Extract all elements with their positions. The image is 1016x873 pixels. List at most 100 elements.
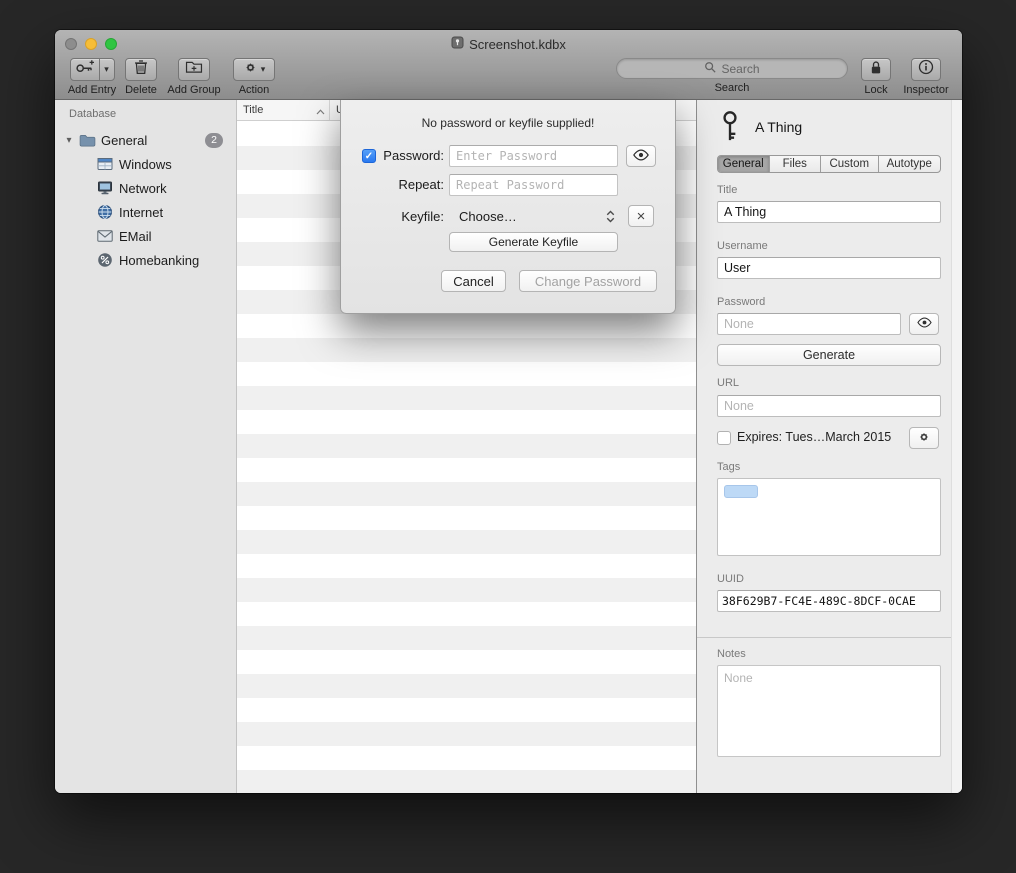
internet-icon [95, 204, 115, 220]
title-label: Title [717, 184, 737, 196]
inspector-divider [697, 637, 962, 638]
action-label: Action [226, 84, 282, 96]
minimize-button[interactable] [85, 38, 97, 50]
search-label: Search [616, 82, 848, 94]
traffic-lights [65, 38, 117, 50]
action-button[interactable]: ▾ [233, 58, 275, 81]
document-icon [451, 36, 464, 52]
tags-field[interactable] [717, 478, 941, 556]
add-group-button[interactable] [178, 58, 210, 81]
tab-autotype[interactable]: Autotype [879, 156, 940, 172]
sidebar-item-label: Windows [119, 157, 172, 172]
password-label: Password [717, 296, 765, 308]
lock-button[interactable] [861, 58, 891, 81]
title-field[interactable] [717, 201, 941, 223]
sheet-message: No password or keyfile supplied! [341, 116, 675, 130]
sidebar-item-homebanking[interactable]: Homebanking [55, 248, 236, 272]
tab-general[interactable]: General [718, 156, 770, 172]
cancel-button[interactable]: Cancel [441, 270, 506, 292]
email-icon [95, 230, 115, 242]
inspector-label: Inspector [899, 84, 953, 96]
sidebar-item-network[interactable]: Network [55, 176, 236, 200]
generate-keyfile-button[interactable]: Generate Keyfile [449, 232, 618, 252]
tab-custom[interactable]: Custom [821, 156, 878, 172]
gear-icon [917, 430, 931, 447]
tag-chip[interactable] [724, 485, 758, 498]
keyfile-popup-value: Choose… [449, 209, 517, 224]
window-title-text: Screenshot.kdbx [469, 37, 566, 52]
keyfile-popup[interactable]: Choose… [449, 205, 619, 227]
info-icon [918, 59, 934, 80]
inspector-button[interactable] [911, 58, 941, 81]
username-label: Username [717, 240, 768, 252]
window-title: Screenshot.kdbx [175, 36, 842, 52]
folder-plus-icon [185, 60, 203, 79]
sidebar-item-label: Homebanking [119, 253, 199, 268]
toolbar-item-search: Search Search [616, 58, 848, 94]
generate-password-button[interactable]: Generate [717, 344, 941, 366]
sidebar-item-internet[interactable]: Internet [55, 200, 236, 224]
expires-settings-button[interactable] [909, 427, 939, 449]
chevron-down-icon: ▾ [261, 64, 266, 75]
toolbar-item-action: ▾ Action [226, 58, 282, 96]
add-entry-label: Add Entry [66, 84, 118, 96]
uuid-field[interactable] [717, 590, 941, 612]
delete-label: Delete [118, 84, 164, 96]
key-plus-icon [75, 60, 95, 79]
inspector-scrollbar[interactable] [951, 100, 962, 793]
url-field[interactable] [717, 395, 941, 417]
sidebar-group-general[interactable]: ▾ General 2 [55, 128, 236, 152]
sort-ascending-icon [316, 106, 325, 118]
trash-icon [134, 59, 148, 80]
expires-checkbox[interactable] [717, 431, 731, 445]
reveal-password-button[interactable] [909, 313, 939, 335]
username-field[interactable] [717, 257, 941, 279]
sheet-repeat-label: Repeat: [377, 177, 444, 192]
tags-label: Tags [717, 461, 740, 473]
delete-button[interactable] [125, 58, 157, 81]
sidebar: Database ▾ General 2 Windows Networ [55, 100, 237, 793]
toolbar-item-add-group: Add Group [164, 58, 224, 96]
disclosure-triangle-icon[interactable]: ▾ [61, 135, 77, 146]
notes-field[interactable]: None [717, 665, 941, 757]
sidebar-header: Database [69, 108, 116, 120]
add-entry-button[interactable] [70, 58, 100, 81]
sheet-password-input[interactable] [449, 145, 618, 167]
password-field[interactable] [717, 313, 901, 335]
expires-label: Expires: Tues…March 2015 [737, 430, 891, 444]
search-placeholder: Search [721, 62, 759, 76]
zoom-button[interactable] [105, 38, 117, 50]
check-icon: ✓ [365, 151, 373, 162]
sidebar-item-windows[interactable]: Windows [55, 152, 236, 176]
close-button[interactable] [65, 38, 77, 50]
lock-label: Lock [856, 84, 896, 96]
sidebar-item-email[interactable]: EMail [55, 224, 236, 248]
lock-icon [870, 60, 882, 80]
homebanking-icon [95, 252, 115, 268]
password-checkbox[interactable]: ✓ [362, 149, 376, 163]
close-x-icon: × [637, 208, 646, 225]
search-input[interactable]: Search [616, 58, 848, 79]
column-header-title[interactable]: Title [237, 100, 330, 120]
sidebar-item-label: Internet [119, 205, 163, 220]
url-label: URL [717, 377, 739, 389]
clear-keyfile-button[interactable]: × [628, 205, 654, 227]
folder-icon [77, 134, 97, 147]
sheet-keyfile-label: Keyfile: [377, 209, 444, 224]
popup-chevrons-icon [606, 210, 615, 223]
eye-icon [916, 317, 933, 331]
sidebar-item-label: EMail [119, 229, 152, 244]
titlebar-toolbar: Screenshot.kdbx ▾ Add Entry [55, 30, 962, 100]
notes-label: Notes [717, 648, 746, 660]
add-entry-dropdown-button[interactable]: ▾ [99, 58, 115, 81]
sheet-reveal-password-button[interactable] [626, 145, 656, 167]
change-password-button[interactable]: Change Password [519, 270, 657, 292]
add-group-label: Add Group [164, 84, 224, 96]
tab-files[interactable]: Files [770, 156, 822, 172]
toolbar-item-inspector: Inspector [899, 58, 953, 96]
sheet-repeat-input[interactable] [449, 174, 618, 196]
entry-title: A Thing [755, 119, 802, 135]
toolbar-item-delete: Delete [118, 58, 164, 96]
sidebar-item-label: Network [119, 181, 167, 196]
network-icon [95, 180, 115, 196]
